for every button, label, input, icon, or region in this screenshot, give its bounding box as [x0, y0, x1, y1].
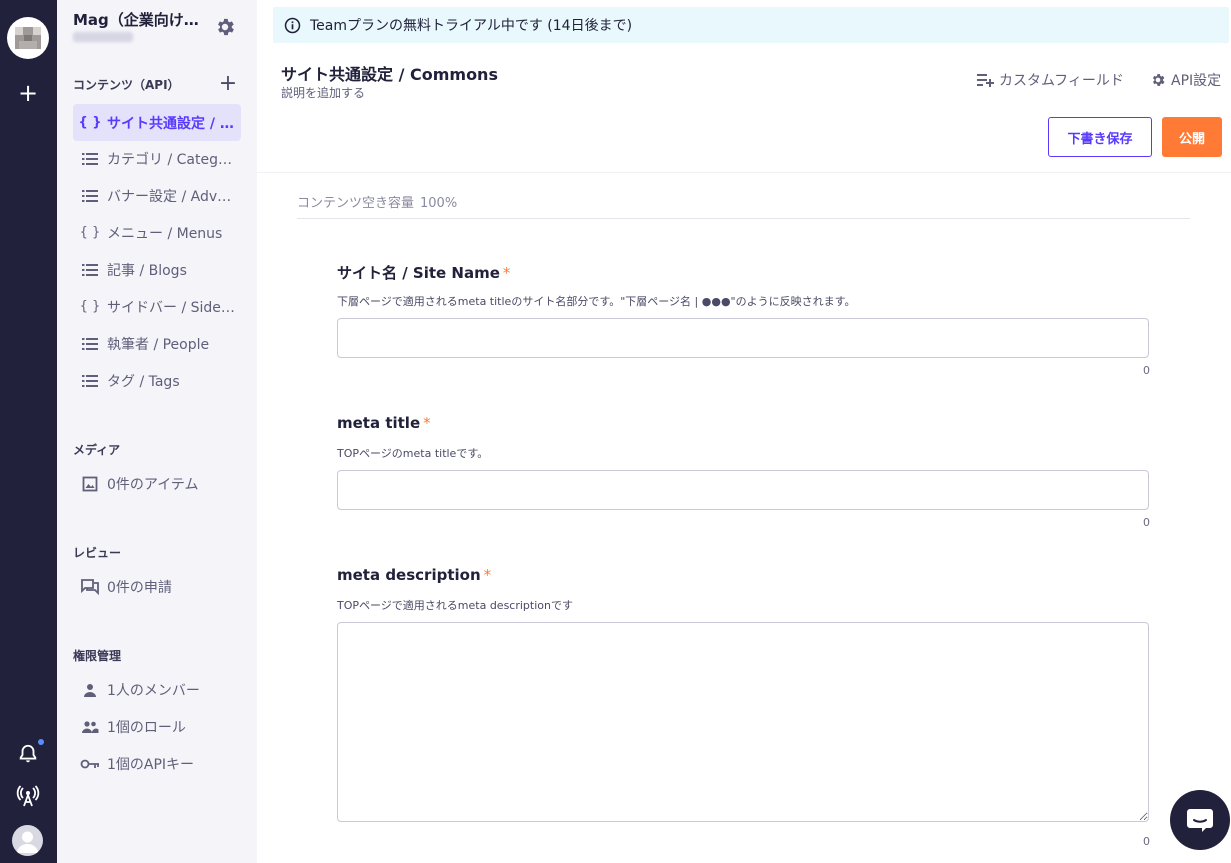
sidebar-item-label: 0件の申請 [107, 579, 172, 596]
sidebar-item-label: 1人のメンバー [107, 682, 200, 699]
section-review: レビュー [73, 546, 122, 560]
capacity-label: コンテンツ空き容量 [297, 196, 415, 211]
field-label-text: meta description [337, 566, 481, 584]
field-label-meta-description: meta description * [337, 566, 491, 584]
sidebar: Mag（企業向け… コンテンツ（API） + { } サイト共通設定 / … カ… [57, 0, 257, 863]
sidebar-item-menus[interactable]: { } メニュー / Menus [73, 214, 241, 251]
sidebar-item-label: 1個のAPIキー [107, 756, 195, 773]
service-logo[interactable] [7, 17, 49, 59]
char-count: 0 [1143, 364, 1150, 377]
broadcast-icon[interactable] [16, 784, 40, 808]
site-name-input[interactable] [337, 318, 1149, 358]
sidebar-item-label: 記事 / Blogs [107, 262, 187, 279]
api-settings-label: API設定 [1171, 73, 1222, 89]
list-icon [80, 335, 100, 353]
field-label-site-name: サイト名 / Site Name * [337, 262, 510, 283]
char-count: 0 [1143, 835, 1150, 848]
add-api-icon[interactable]: + [218, 73, 238, 95]
publish-button[interactable]: 公開 [1162, 117, 1222, 157]
sidebar-item-commons[interactable]: { } サイト共通設定 / … [73, 104, 241, 141]
workspace-title[interactable]: Mag（企業向け… [73, 9, 213, 30]
field-label-text: サイト名 / Site Name [337, 264, 500, 282]
sidebar-item-label: バナー設定 / Adv… [107, 188, 232, 205]
add-service-icon[interactable]: + [17, 81, 39, 105]
capacity-value: 100% [420, 196, 458, 211]
sidebar-item-roles[interactable]: 1個のロール [73, 708, 241, 745]
sidebar-item-label: サイドバー / Side… [107, 299, 235, 316]
sidebar-item-label: サイト共通設定 / … [107, 115, 234, 132]
required-mark: * [502, 264, 511, 282]
trial-banner: Teamプランの無料トライアル中です (14日後まで) [273, 7, 1229, 43]
braces-icon: { } [78, 115, 102, 130]
person-icon [80, 681, 100, 699]
field-help-meta-description: TOPページで適用されるmeta descriptionです [337, 599, 573, 612]
section-media: メディア [73, 443, 121, 457]
braces-icon: { } [79, 299, 101, 314]
divider [297, 218, 1190, 219]
sidebar-item-blogs[interactable]: 記事 / Blogs [73, 251, 241, 288]
list-icon [80, 187, 100, 205]
custom-fields-link[interactable]: カスタムフィールド [977, 70, 1124, 90]
sidebar-item-label: 0件のアイテム [107, 476, 199, 493]
add-description-link[interactable]: 説明を追加する [281, 84, 365, 101]
list-icon [80, 372, 100, 390]
app-rail: + [0, 0, 57, 863]
banner-text: Teamプランの無料トライアル中です (14日後まで) [310, 18, 633, 34]
sidebar-item-tags[interactable]: タグ / Tags [73, 362, 241, 399]
notification-dot [38, 739, 44, 745]
char-count: 0 [1143, 516, 1150, 529]
gear-icon [1152, 74, 1165, 86]
required-mark: * [483, 566, 492, 584]
sidebar-item-label: メニュー / Menus [107, 225, 223, 242]
sidebar-item-label: タグ / Tags [107, 373, 180, 390]
sidebar-item-review[interactable]: 0件の申請 [73, 568, 241, 605]
list-icon [80, 261, 100, 279]
field-help-meta-title: TOPページのmeta titleです。 [337, 447, 489, 460]
meta-title-input[interactable] [337, 470, 1149, 510]
list-icon [80, 150, 100, 168]
key-icon [80, 755, 100, 773]
custom-fields-icon [977, 74, 994, 87]
comments-icon [80, 578, 100, 596]
save-draft-button[interactable]: 下書き保存 [1048, 117, 1152, 157]
page-title: サイト共通設定 / Commons [281, 65, 498, 84]
content-capacity: コンテンツ空き容量 100% [297, 192, 457, 211]
custom-fields-label: カスタムフィールド [999, 73, 1124, 89]
sidebar-item-banners[interactable]: バナー設定 / Adv… [73, 177, 241, 214]
field-label-text: meta title [337, 414, 421, 432]
sidebar-item-label: 1個のロール [107, 719, 186, 736]
info-icon [284, 17, 301, 33]
user-avatar[interactable] [12, 825, 43, 856]
field-label-meta-title: meta title * [337, 414, 431, 432]
sidebar-item-media[interactable]: 0件のアイテム [73, 465, 241, 502]
meta-description-textarea[interactable] [337, 622, 1149, 822]
sidebar-item-sidebar[interactable]: { } サイドバー / Side… [73, 288, 241, 325]
field-help-site-name: 下層ページで適用されるmeta titleのサイト名部分です。"下層ページ名 |… [337, 295, 856, 308]
sidebar-item-people[interactable]: 執筆者 / People [73, 325, 241, 362]
bell-icon[interactable] [17, 743, 39, 765]
sidebar-item-members[interactable]: 1人のメンバー [73, 671, 241, 708]
sidebar-item-api-keys[interactable]: 1個のAPIキー [73, 745, 241, 782]
required-mark: * [423, 414, 431, 432]
braces-icon: { } [79, 225, 101, 240]
workspace-id-blurred [73, 32, 133, 42]
api-settings-link[interactable]: API設定 [1150, 70, 1221, 90]
section-permissions: 権限管理 [73, 649, 122, 663]
gear-icon[interactable] [214, 16, 236, 38]
chat-icon [1187, 809, 1213, 832]
sidebar-item-label: カテゴリ / Categ… [107, 151, 232, 168]
people-icon [80, 718, 100, 736]
sidebar-item-label: 執筆者 / People [107, 336, 210, 353]
image-icon [80, 475, 100, 493]
sidebar-item-categories[interactable]: カテゴリ / Categ… [73, 140, 241, 177]
chat-support-button[interactable] [1170, 790, 1230, 850]
section-contents: コンテンツ（API） [73, 78, 180, 92]
